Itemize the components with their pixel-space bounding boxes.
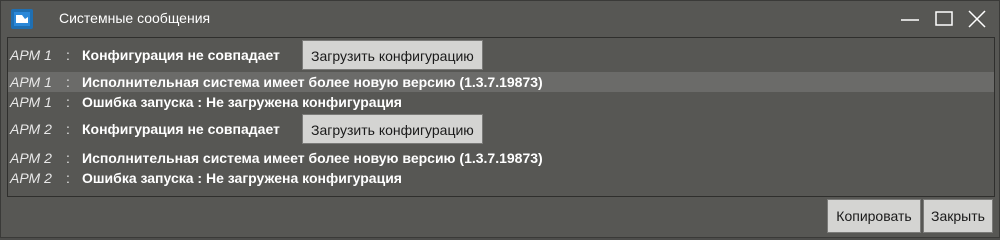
load-configuration-button[interactable]: Загрузить конфигурацию xyxy=(302,114,483,144)
app-logo-icon xyxy=(11,9,33,29)
message-source: АРМ 2 xyxy=(10,150,52,166)
close-button[interactable]: Закрыть xyxy=(923,199,993,233)
messages-list[interactable]: АРМ 1 : Конфигурация не совпадает Загруз… xyxy=(7,37,995,197)
message-row-selected[interactable]: АРМ 1 : Исполнительная система имеет бол… xyxy=(8,72,994,92)
message-row[interactable]: АРМ 2 : Исполнительная система имеет бол… xyxy=(8,148,994,168)
message-text: Ошибка запуска : Не загружена конфигурац… xyxy=(82,94,402,110)
message-row[interactable]: АРМ 1 : Ошибка запуска : Не загружена ко… xyxy=(8,92,994,112)
window-title: Системные сообщения xyxy=(59,10,211,26)
title-bar[interactable]: Системные сообщения xyxy=(1,1,999,37)
message-separator: : xyxy=(66,47,70,63)
message-row[interactable]: АРМ 1 : Конфигурация не совпадает Загруз… xyxy=(8,38,994,72)
message-text: Ошибка запуска : Не загружена конфигурац… xyxy=(82,170,402,186)
message-source: АРМ 2 xyxy=(10,170,52,186)
message-separator: : xyxy=(66,121,70,137)
message-text: Исполнительная система имеет более новую… xyxy=(82,74,543,90)
close-window-button[interactable] xyxy=(962,5,992,33)
message-source: АРМ 1 xyxy=(10,47,52,63)
message-separator: : xyxy=(66,150,70,166)
message-separator: : xyxy=(66,170,70,186)
message-source: АРМ 2 xyxy=(10,121,52,137)
maximize-icon xyxy=(935,11,953,26)
message-source: АРМ 1 xyxy=(10,74,52,90)
message-row[interactable]: АРМ 2 : Ошибка запуска : Не загружена ко… xyxy=(8,168,994,188)
minimize-button[interactable] xyxy=(895,5,925,33)
message-text: Исполнительная система имеет более новую… xyxy=(82,150,543,166)
load-configuration-button[interactable]: Загрузить конфигурацию xyxy=(302,40,483,70)
message-source: АРМ 1 xyxy=(10,94,52,110)
close-icon xyxy=(968,10,986,28)
message-row[interactable]: АРМ 2 : Конфигурация не совпадает Загруз… xyxy=(8,112,994,146)
message-text: Конфигурация не совпадает xyxy=(82,121,280,137)
maximize-button[interactable] xyxy=(929,5,959,33)
message-text: Конфигурация не совпадает xyxy=(82,47,280,63)
copy-button[interactable]: Копировать xyxy=(827,199,921,233)
minimize-icon xyxy=(901,19,919,21)
system-messages-window: Системные сообщения АРМ 1 : Конфигурация… xyxy=(0,0,1000,238)
message-separator: : xyxy=(66,74,70,90)
message-separator: : xyxy=(66,94,70,110)
